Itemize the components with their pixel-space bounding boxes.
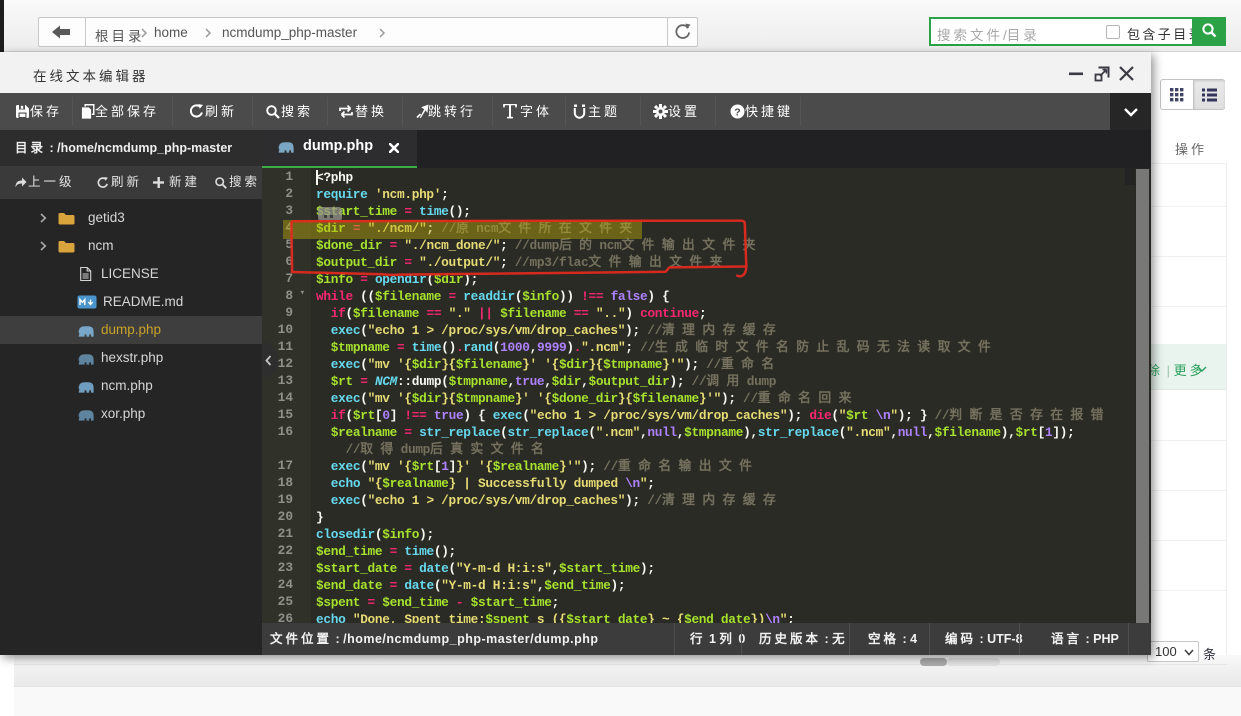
svg-text:?: ? — [734, 106, 740, 118]
